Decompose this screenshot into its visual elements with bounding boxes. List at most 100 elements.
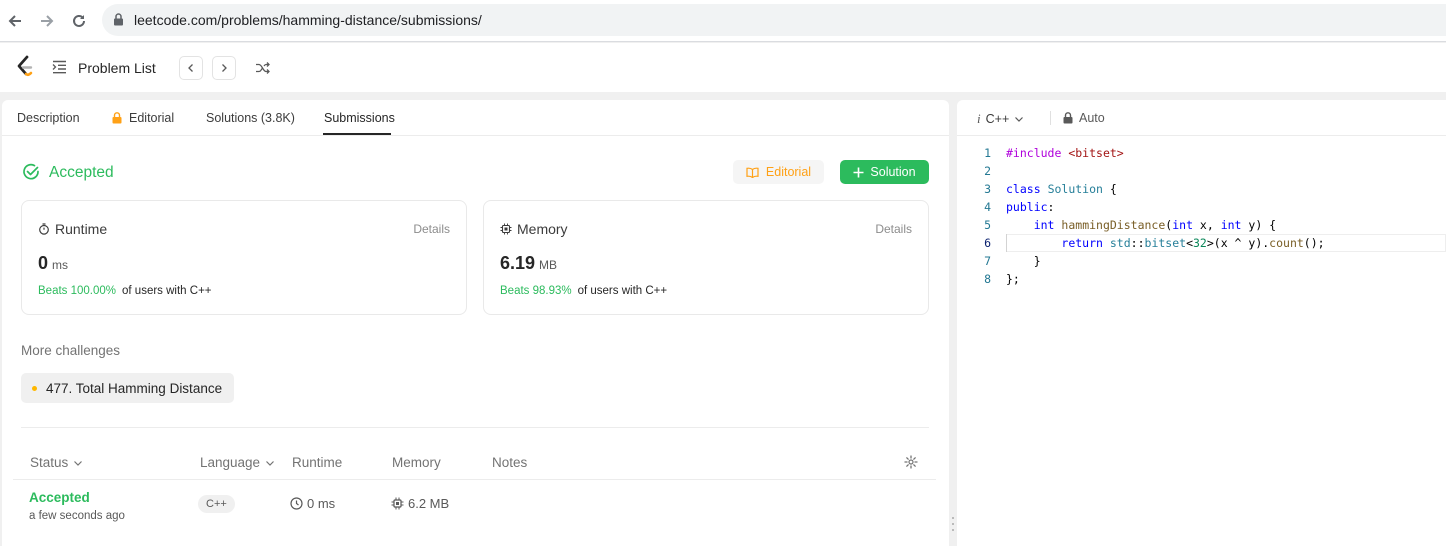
row-memory-value: 6.2 MB [408,496,450,511]
memory-card-title: Memory [500,221,568,237]
runtime-details-link[interactable]: Details [413,222,450,236]
address-bar[interactable]: leetcode.com/problems/hamming-distance/s… [102,4,1446,36]
tab-description[interactable]: Description [17,111,80,125]
result-status: Accepted [49,164,114,181]
divider [21,427,929,428]
browser-toolbar: leetcode.com/problems/hamming-distance/s… [0,0,1446,42]
auto-mode-toggle[interactable]: Auto [1063,111,1105,125]
editorial-button-label: Editorial [765,165,812,179]
chip-icon [391,497,404,510]
runtime-card-title: Runtime [38,221,107,237]
runtime-beats: Beats 100.00% [38,285,117,297]
code-line: 7 } [957,252,1446,270]
language-column-header[interactable]: Language [200,455,275,470]
runtime-card: Runtime Details 0 ms Beats 100.00% of user… [21,200,467,315]
memory-beats: Beats 98.93% [500,285,572,297]
tab-submissions[interactable]: Submissions [324,111,395,125]
memory-value: 6.19 [500,253,536,273]
url-text: leetcode.com/problems/hamming-distance/s… [134,12,482,28]
next-problem-button[interactable] [212,56,236,80]
tab-solutions[interactable]: Solutions (3.8K) [206,111,295,125]
prev-problem-button[interactable] [179,56,203,80]
status-column-header[interactable]: Status [30,455,83,470]
runtime-value-row: 0 ms [38,253,68,274]
handle-dot [952,529,954,531]
line-number: 6 [984,236,991,250]
submission-panel: Description Editorial Solutions (3.8K) S… [2,100,949,546]
clock-icon [290,497,303,510]
lock-icon [114,13,123,26]
list-icon [52,60,66,74]
challenge-chip[interactable]: 477. Total Hamming Distance [21,373,235,403]
runtime-unit: ms [52,258,69,272]
panel-tabs: Description Editorial Solutions (3.8K) S… [2,100,949,136]
chip-icon [500,223,512,235]
active-tab-indicator [323,133,391,135]
notes-column-header: Notes [492,455,528,470]
row-runtime: 0 ms [290,496,335,511]
line-number: 5 [984,218,991,232]
chevron-down-icon [1015,117,1024,122]
line-number: 7 [984,254,991,268]
book-icon [746,167,759,178]
chevron-left-icon [188,64,193,72]
runtime-label: Runtime [55,221,108,237]
line-number: 4 [984,200,991,214]
code-line: 6 return std::bitset<32>(x ^ y).count(); [957,234,1446,252]
challenge-title: 477. Total Hamming Distance [46,380,223,396]
row-time: a few seconds ago [29,510,125,522]
settings-gear-icon[interactable] [904,455,918,469]
row-memory: 6.2 MB [391,496,449,511]
editor-header: i C++ Auto [957,100,1446,136]
check-circle-icon [23,163,39,180]
forward-arrow-icon [41,15,54,27]
shuffle-icon [256,62,270,74]
reload-button[interactable] [66,8,92,34]
memory-column-header: Memory [392,455,441,470]
leetcode-logo[interactable] [15,55,35,79]
header-separator [1050,111,1051,125]
forward-button[interactable] [34,8,60,34]
code-line: 8}; [957,270,1446,288]
editorial-button[interactable]: Editorial [733,160,824,184]
code-line: 5 int hammingDistance(int x, int y) { [957,216,1446,234]
back-arrow-icon [8,15,21,27]
problem-list-link[interactable]: Problem List [78,60,156,76]
line-number: 3 [984,182,991,196]
row-status[interactable]: Accepted [29,490,90,505]
panel-resize-handle[interactable] [950,517,956,531]
stopwatch-icon [39,223,49,235]
tab-editorial[interactable]: Editorial [129,111,174,125]
chevron-down-icon [266,460,275,466]
solution-button[interactable]: Solution [840,160,929,184]
app-header: Problem List [0,43,1446,92]
code-line: 2 [957,162,1446,180]
memory-details-link[interactable]: Details [875,222,912,236]
code-line: 3 class Solution { [957,180,1446,198]
chevron-down-icon [74,460,83,466]
language-label: C++ [985,112,1010,126]
reload-icon [73,14,85,27]
solution-button-label: Solution [870,165,916,179]
memory-unit: MB [539,258,558,272]
handle-dot [952,523,954,525]
row-runtime-value: 0 ms [307,496,336,511]
table-row[interactable]: Accepted a few seconds ago C++ 0 ms 6.2 … [13,480,936,530]
memory-value-row: 6.19 MB [500,253,557,274]
memory-card: Memory Details 6.19 MB Beats 98.93% of use… [483,200,929,315]
chevron-right-icon [222,64,227,72]
code-editor-panel: i C++ Auto 1 #include <bitset> 2 3 class S… [957,100,1446,546]
handle-dot [952,517,954,519]
difficulty-dot [32,386,37,391]
more-challenges-title: More challenges [21,343,121,358]
lock-icon [112,112,122,124]
language-badge: C++ [198,495,235,513]
random-problem-button[interactable] [252,57,274,79]
language-selector[interactable]: i C++ [977,111,1024,127]
lock-icon [1063,112,1073,124]
memory-label: Memory [517,221,568,237]
runtime-beats-suffix: of users with C++ [122,285,212,297]
runtime-value: 0 [38,253,49,273]
back-button[interactable] [2,8,28,34]
indent-guide [1006,234,1007,252]
